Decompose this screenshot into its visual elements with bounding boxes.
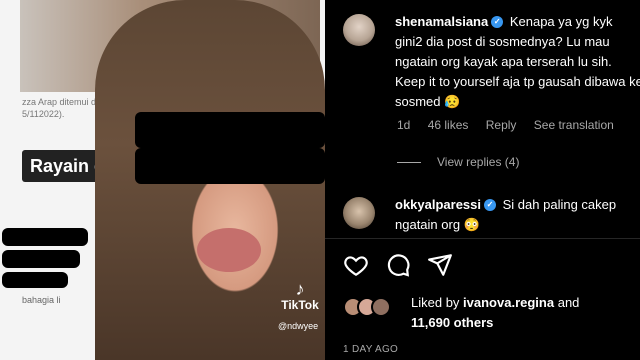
liked-by-prefix: Liked by bbox=[411, 295, 460, 310]
comment-icon[interactable] bbox=[385, 252, 411, 278]
comment-body: okkyalparessi ✓ Si dah paling cakep ngata… bbox=[395, 195, 640, 235]
see-translation-button[interactable]: See translation bbox=[534, 118, 614, 132]
comment-likes[interactable]: 46 likes bbox=[428, 118, 469, 132]
tiktok-watermark: ♪ TikTok bbox=[278, 280, 322, 312]
censor-bar bbox=[135, 112, 325, 148]
verified-badge-icon: ✓ bbox=[491, 15, 504, 28]
liked-avatars bbox=[343, 297, 399, 317]
comment-time: 1d bbox=[397, 118, 411, 132]
liked-by-row: Liked by ivanova.regina and 11,690 other… bbox=[343, 293, 635, 337]
comment-username[interactable]: shenamalsiana bbox=[395, 14, 488, 29]
avatar[interactable] bbox=[343, 197, 375, 229]
instagram-comments-panel: shenamalsiana ✓ Kenapa ya yg kyk gini2 di… bbox=[325, 0, 640, 360]
left-gutter bbox=[0, 0, 20, 360]
liked-by-others[interactable]: 11,690 others bbox=[411, 315, 493, 330]
liked-by-text: Liked by ivanova.regina and 11,690 other… bbox=[411, 293, 635, 333]
verified-badge-icon: ✓ bbox=[484, 198, 497, 211]
liked-by-user[interactable]: ivanova.regina bbox=[463, 295, 554, 310]
censor-bar bbox=[2, 250, 80, 268]
tiktok-video-frame: zza Arap ditemui di Peng 5/112022). Raya… bbox=[0, 0, 325, 360]
view-replies-label: View replies (4) bbox=[437, 155, 520, 169]
comment-meta: 1d 46 likes Reply See translation bbox=[397, 118, 628, 132]
view-replies-button[interactable]: View replies (4) bbox=[397, 155, 519, 169]
share-icon[interactable] bbox=[427, 252, 453, 278]
censor-bar bbox=[2, 228, 88, 246]
comment-body: shenamalsiana ✓ Kenapa ya yg kyk gini2 di… bbox=[395, 12, 640, 112]
tiktok-brand-label: TikTok bbox=[281, 298, 319, 312]
censor-bar bbox=[135, 148, 325, 184]
liked-by-and: and bbox=[557, 295, 580, 310]
reply-button[interactable]: Reply bbox=[486, 118, 517, 132]
news-text-fragment: bahagia li bbox=[22, 295, 61, 305]
divider bbox=[325, 238, 640, 239]
avatar[interactable] bbox=[371, 297, 391, 317]
heart-icon[interactable] bbox=[343, 252, 369, 278]
person-mouth bbox=[197, 228, 261, 272]
censor-bar bbox=[2, 272, 68, 288]
tiktok-username: @ndwyee bbox=[278, 321, 319, 331]
replies-dash bbox=[397, 162, 421, 164]
post-time: 1 DAY AGO bbox=[343, 344, 399, 355]
avatar[interactable] bbox=[343, 14, 375, 46]
comment-username[interactable]: okkyalparessi bbox=[395, 197, 481, 212]
tiktok-logo-icon: ♪ bbox=[295, 279, 305, 299]
